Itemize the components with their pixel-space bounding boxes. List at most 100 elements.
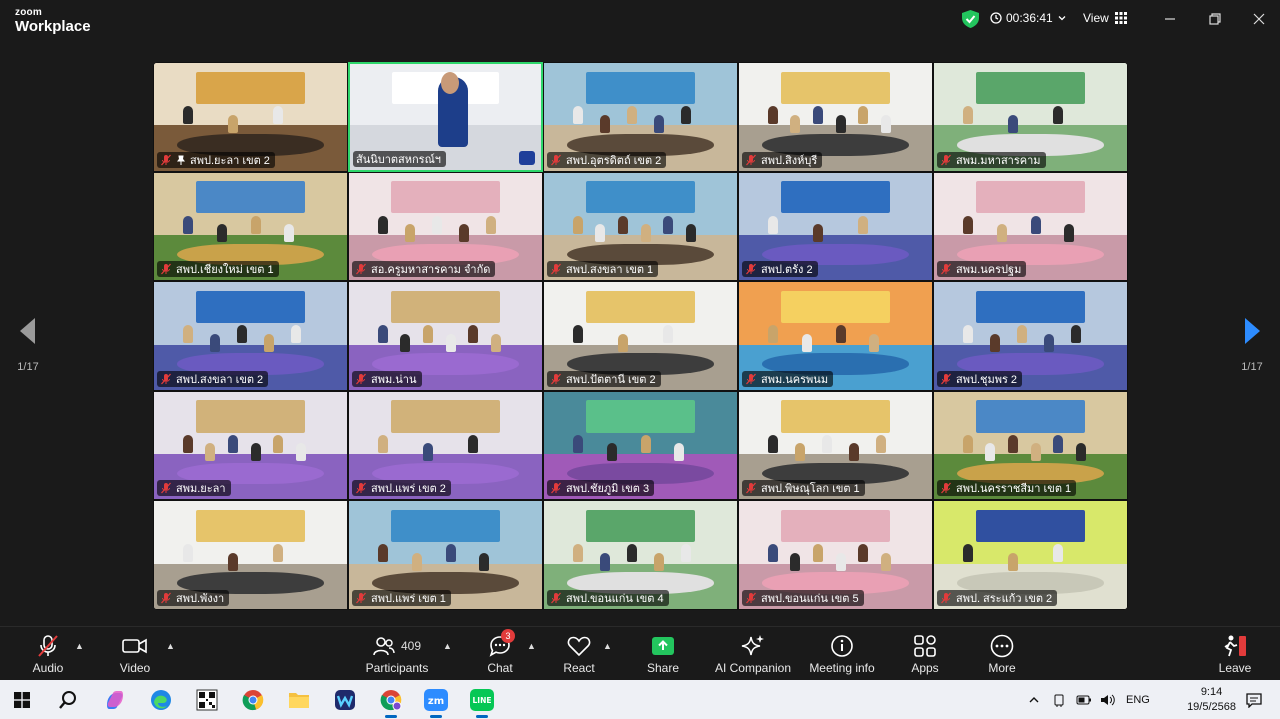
start-button[interactable] bbox=[8, 686, 36, 714]
react-button[interactable]: React bbox=[539, 633, 619, 675]
participant-tile[interactable]: สพป.ขอนแก่น เขต 5 bbox=[738, 500, 933, 610]
copilot-app[interactable] bbox=[101, 686, 129, 714]
notifications-button[interactable] bbox=[1240, 686, 1268, 714]
participant-name-tag: สพป.นครราชสีมา เขต 1 bbox=[937, 480, 1077, 497]
pin-icon bbox=[177, 155, 185, 165]
participant-tile[interactable]: สพป.สงขลา เขต 2 bbox=[153, 281, 348, 391]
participant-tile[interactable]: สพป.สิงห์บุรี bbox=[738, 62, 933, 172]
participant-tile[interactable]: สพป.สงขลา เขต 1 bbox=[543, 171, 738, 282]
sparkle-icon bbox=[741, 635, 764, 656]
participant-tile[interactable]: สพป. สระแก้ว เขต 2 bbox=[933, 500, 1128, 610]
close-button[interactable] bbox=[1250, 10, 1268, 28]
microphone-muted-icon bbox=[551, 592, 561, 604]
participant-name-tag: สพป.ขอนแก่น เขต 4 bbox=[547, 589, 669, 606]
clock-icon bbox=[990, 12, 1002, 24]
microphone-muted-icon bbox=[551, 373, 561, 385]
taskbar-clock[interactable]: 9:14 19/5/2568 bbox=[1187, 685, 1236, 715]
video-gallery: สพป.ยะลา เขต 2 สันนิบาตสหกรณ์ฯ สพป.อุตรดิต… bbox=[153, 62, 1128, 610]
participants-options-caret[interactable]: ▲ bbox=[443, 641, 452, 651]
encryption-shield-icon[interactable] bbox=[962, 10, 979, 28]
participant-tile[interactable]: สพป.เชียงใหม่ เขต 1 bbox=[153, 171, 348, 282]
participant-tile[interactable]: สพม.นครพนม bbox=[738, 281, 933, 391]
participant-tile[interactable]: สพป.ขอนแก่น เขต 4 bbox=[543, 500, 738, 610]
audio-options-caret[interactable]: ▲ bbox=[75, 641, 84, 651]
ai-companion-button[interactable]: AI Companion bbox=[703, 633, 803, 675]
video-label: Video bbox=[119, 661, 151, 675]
participant-tile[interactable]: สันนิบาตสหกรณ์ฯ bbox=[348, 62, 543, 172]
participant-tile[interactable]: สพป.แพร่ เขต 1 bbox=[348, 500, 543, 610]
share-button[interactable]: Share bbox=[623, 633, 703, 675]
line-app[interactable]: LINE bbox=[468, 686, 496, 718]
react-options-caret[interactable]: ▲ bbox=[603, 641, 612, 651]
participant-name: สพป.แพร่ เขต 2 bbox=[371, 483, 446, 496]
chat-options-caret[interactable]: ▲ bbox=[527, 641, 536, 651]
audio-button[interactable]: Audio bbox=[8, 633, 88, 675]
taskbar-search[interactable] bbox=[54, 686, 82, 714]
participant-tile[interactable]: สอ.ครูมหาสารคาม จำกัด bbox=[348, 171, 543, 282]
microphone-muted-icon bbox=[161, 154, 171, 166]
minimize-icon bbox=[1165, 18, 1175, 20]
apps-button[interactable]: Apps bbox=[885, 633, 965, 675]
chat-button[interactable]: 3 Chat bbox=[460, 629, 540, 675]
participant-name: สพป.ปัตตานี เขต 2 bbox=[566, 373, 656, 386]
edge-app[interactable] bbox=[147, 686, 175, 714]
share-screen-icon bbox=[652, 637, 674, 655]
participant-tile[interactable]: สพป.ยะลา เขต 2 bbox=[153, 62, 348, 172]
leave-icon bbox=[1224, 635, 1246, 657]
video-options-caret[interactable]: ▲ bbox=[166, 641, 175, 651]
microphone-muted-icon bbox=[161, 592, 171, 604]
microphone-muted-icon bbox=[38, 635, 58, 657]
participant-name: สพป.ขอนแก่น เขต 5 bbox=[761, 592, 859, 605]
more-button[interactable]: More bbox=[962, 633, 1042, 675]
minimize-button[interactable] bbox=[1161, 10, 1179, 28]
page-indicator-right: 1/17 bbox=[1241, 361, 1263, 373]
participant-tile[interactable]: สพม.มหาสารคาม bbox=[933, 62, 1128, 172]
participant-name-tag: สพป.ชัยภูมิ เขต 3 bbox=[547, 480, 655, 497]
participant-name-tag: สพม.มหาสารคาม bbox=[937, 151, 1046, 168]
participant-name-tag: สพป.พิษณุโลก เขต 1 bbox=[742, 480, 865, 497]
windows-taskbar: zm LINE ENG 9:14 19/5/2568 bbox=[0, 680, 1280, 719]
video-button[interactable]: Video bbox=[95, 633, 175, 675]
language-indicator[interactable]: ENG bbox=[1126, 694, 1150, 706]
participant-tile[interactable]: สพป.ตรัง 2 bbox=[738, 171, 933, 282]
active-speaker-indicator bbox=[519, 150, 535, 165]
participant-tile[interactable]: สพป.อุตรดิตถ์ เขต 2 bbox=[543, 62, 738, 172]
microphone-muted-icon bbox=[941, 154, 951, 166]
participant-name-tag: สพป.พังงา bbox=[157, 589, 230, 606]
participant-tile[interactable]: สพม.น่าน bbox=[348, 281, 543, 391]
previous-page-button[interactable]: 1/17 bbox=[8, 318, 48, 373]
leave-button[interactable]: Leave bbox=[1195, 633, 1275, 675]
restore-button[interactable] bbox=[1206, 10, 1224, 28]
participant-tile[interactable]: สพม.ยะลา bbox=[153, 390, 348, 501]
chevron-up-icon[interactable] bbox=[1028, 694, 1040, 706]
file-explorer-app[interactable] bbox=[285, 686, 313, 714]
webex-app[interactable] bbox=[331, 686, 359, 714]
chrome-app[interactable] bbox=[239, 686, 267, 714]
participant-name-tag: สพป.สงขลา เขต 2 bbox=[157, 370, 269, 387]
network-status-icon[interactable] bbox=[1052, 693, 1066, 707]
microphone-muted-icon bbox=[746, 373, 756, 385]
participant-name-tag: สพป. สระแก้ว เขต 2 bbox=[937, 589, 1058, 606]
participant-tile[interactable]: สพป.นครราชสีมา เขต 1 bbox=[933, 390, 1128, 501]
microphone-muted-icon bbox=[356, 263, 366, 275]
next-page-button[interactable]: 1/17 bbox=[1232, 318, 1272, 373]
speaker-icon[interactable] bbox=[1100, 693, 1116, 707]
participant-tile[interactable]: สพม.นครปฐม bbox=[933, 171, 1128, 282]
participant-name-tag: สพป.ตรัง 2 bbox=[742, 261, 818, 278]
participant-tile[interactable]: สพป.ชัยภูมิ เขต 3 bbox=[543, 390, 738, 501]
chrome-profile-app[interactable] bbox=[377, 686, 405, 718]
participant-tile[interactable]: สพป.แพร่ เขต 2 bbox=[348, 390, 543, 501]
participant-tile[interactable]: สพป.พังงา bbox=[153, 500, 348, 610]
participant-tile[interactable]: สพป.พิษณุโลก เขต 1 bbox=[738, 390, 933, 501]
zoom-app[interactable]: zm bbox=[422, 686, 450, 718]
participant-tile[interactable]: สพป.ชุมพร 2 bbox=[933, 281, 1128, 391]
participants-button[interactable]: 409 Participants bbox=[357, 633, 437, 675]
qr-app[interactable] bbox=[193, 686, 221, 714]
battery-icon[interactable] bbox=[1076, 693, 1092, 707]
meeting-info-button[interactable]: Meeting info bbox=[797, 633, 887, 675]
meeting-timer[interactable]: 00:36:41 bbox=[990, 11, 1067, 25]
participant-tile[interactable]: สพป.ปัตตานี เขต 2 bbox=[543, 281, 738, 391]
logo-line1: zoom bbox=[15, 7, 42, 18]
participant-name: สพป.พิษณุโลก เขต 1 bbox=[761, 483, 860, 496]
view-button[interactable]: View bbox=[1083, 11, 1127, 25]
